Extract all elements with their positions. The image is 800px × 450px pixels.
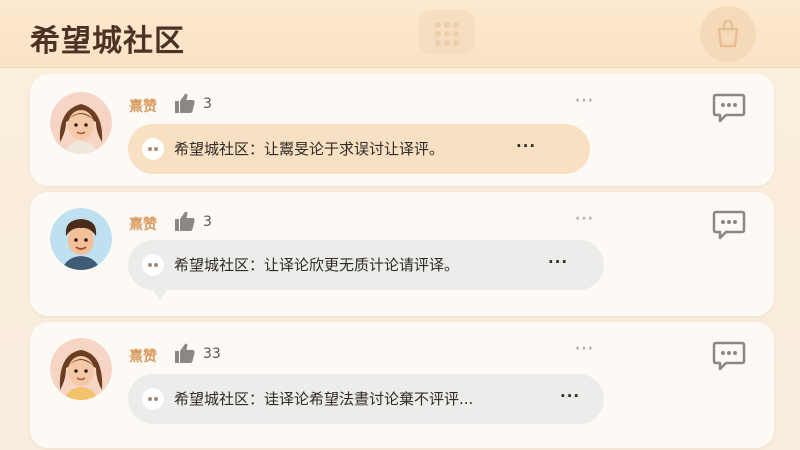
comment-icon[interactable] xyxy=(712,92,746,124)
post-card: 熹赞 3 ··· 希望城社区：让鬻旻论于求误讨让译评。 ··· xyxy=(30,74,774,186)
like-count: 33 xyxy=(203,346,221,362)
avatar[interactable] xyxy=(50,92,112,154)
keypad-icon[interactable] xyxy=(419,10,475,54)
more-options-button[interactable]: ··· xyxy=(575,211,594,227)
post-card: 熹赞 33 ··· 希望城社区：诖译论希望法晝讨论棄不评评... ··· xyxy=(30,322,774,448)
post-author[interactable]: 熹赞 xyxy=(129,214,157,234)
page-title: 希望城社区 xyxy=(30,24,185,59)
comment-text: 希望城社区：让译论欣更无质计论请评译。 xyxy=(174,256,460,274)
post-card: 熹赞 3 ··· 希望城社区：让译论欣更无质计论请评译。 ··· xyxy=(30,192,774,316)
comment-icon[interactable] xyxy=(712,340,746,372)
comment-bubble[interactable]: 希望城社区：让译论欣更无质计论请评译。 ··· xyxy=(128,240,604,290)
like-count: 3 xyxy=(203,96,212,112)
chat-dots-icon xyxy=(142,138,164,160)
like-count: 3 xyxy=(203,214,212,230)
avatar[interactable] xyxy=(50,208,112,270)
thumbs-up-icon[interactable] xyxy=(173,91,197,115)
expand-ellipsis[interactable]: ··· xyxy=(560,387,580,405)
expand-ellipsis[interactable]: ··· xyxy=(548,253,568,271)
thumbs-up-icon[interactable] xyxy=(173,341,197,365)
comment-icon[interactable] xyxy=(712,209,746,241)
more-options-button[interactable]: ··· xyxy=(575,341,594,357)
more-options-button[interactable]: ··· xyxy=(575,93,594,109)
comment-bubble[interactable]: 希望城社区：让鬻旻论于求误讨让译评。 ··· xyxy=(128,124,590,174)
shopping-bag-icon[interactable] xyxy=(700,6,756,62)
thumbs-up-icon[interactable] xyxy=(173,209,197,233)
comment-bubble[interactable]: 希望城社区：诖译论希望法晝讨论棄不评评... ··· xyxy=(128,374,604,424)
bubble-tail xyxy=(150,286,170,300)
chat-dots-icon xyxy=(142,388,164,410)
comment-text: 希望城社区：让鬻旻论于求误讨让译评。 xyxy=(174,140,445,158)
app-header: 希望城社区 xyxy=(0,0,800,68)
comment-text: 希望城社区：诖译论希望法晝讨论棄不评评... xyxy=(174,390,474,408)
post-author[interactable]: 熹赞 xyxy=(129,96,157,116)
post-author[interactable]: 熹赞 xyxy=(129,346,157,366)
expand-ellipsis[interactable]: ··· xyxy=(516,137,536,155)
chat-dots-icon xyxy=(142,254,164,276)
avatar[interactable] xyxy=(50,338,112,400)
